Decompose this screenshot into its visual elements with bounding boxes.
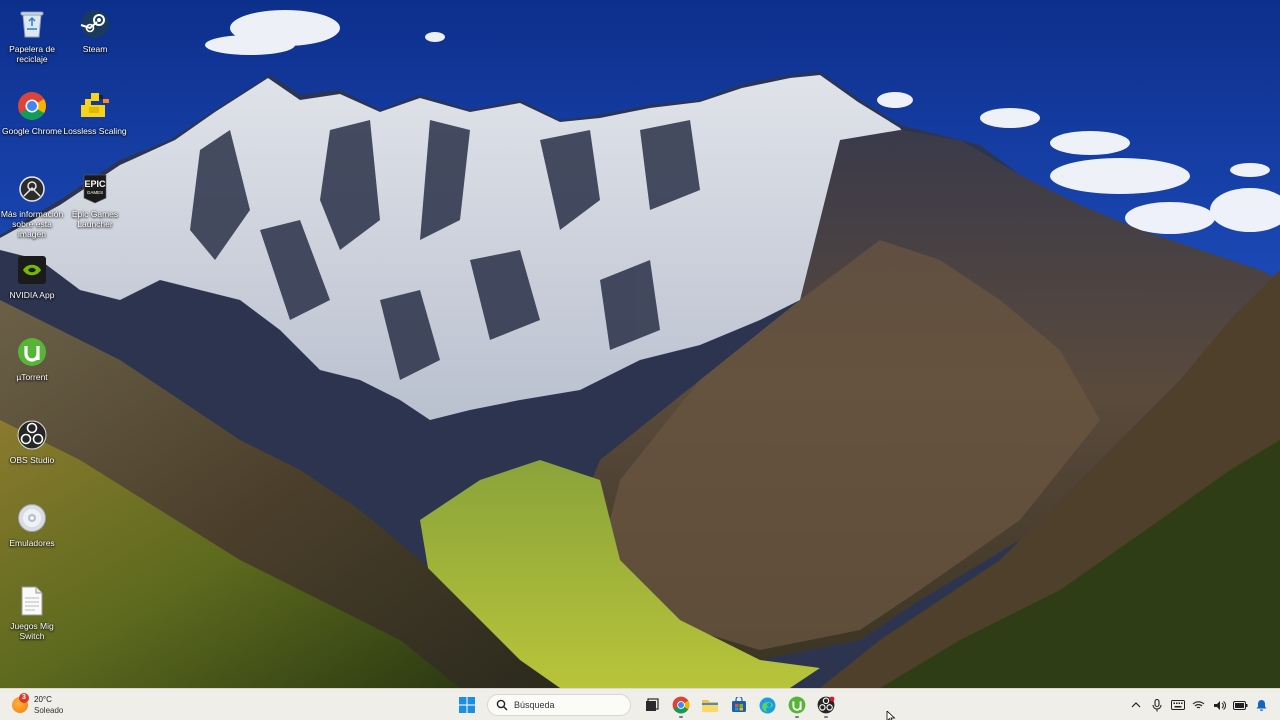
spotlight-info-icon [16, 173, 48, 205]
start-button[interactable] [454, 692, 480, 718]
desktop-icon-label: NVIDIA App [9, 290, 55, 300]
desktop-icon-label: OBS Studio [9, 455, 55, 465]
desktop-icon-spotlight-info[interactable]: Más información sobre esta imagen [0, 169, 64, 245]
battery-button[interactable] [1230, 693, 1251, 717]
desktop-icon-label: Steam [82, 44, 108, 54]
notifications-button[interactable] [1251, 693, 1272, 717]
volume-button[interactable] [1209, 693, 1230, 717]
chevron-up-icon [1131, 702, 1140, 708]
desktop-icon-recycle-bin[interactable]: Papelera de reciclaje [0, 4, 64, 80]
desktop-icon-label: Epic Games Launcher [71, 209, 119, 229]
weather-temperature: 20°C [34, 694, 52, 704]
utorrent-icon [788, 696, 805, 714]
task-view-button[interactable] [639, 692, 665, 718]
desktop-icon-obs[interactable]: OBS Studio [0, 415, 64, 491]
lossless-scaling-icon [79, 90, 111, 122]
weather-badge: 3 [19, 693, 29, 703]
input-indicator-button[interactable] [1167, 693, 1188, 717]
microphone-icon [1151, 698, 1162, 711]
desktop-icon-emuladores[interactable]: Emuladores [0, 498, 64, 574]
keyboard-icon [1170, 700, 1185, 710]
desktop-icon-chrome[interactable]: Google Chrome [0, 86, 64, 162]
search-icon [496, 699, 508, 711]
desktop-icon-label: Google Chrome [1, 126, 62, 136]
windows-start-icon [458, 697, 475, 713]
file-explorer-icon [701, 700, 718, 712]
chrome-icon [672, 696, 689, 714]
taskbar-search[interactable] [487, 694, 631, 716]
edge-icon [759, 697, 776, 713]
taskbar-center [452, 692, 840, 718]
running-indicator [678, 716, 683, 718]
desktop-wallpaper [0, 0, 1280, 688]
chrome-icon [16, 90, 48, 122]
desktop-icon-label: Emuladores [9, 538, 55, 548]
desktop-icon-juegos-mig-switch[interactable]: Juegos Mig Switch [0, 581, 64, 657]
utorrent-icon [16, 336, 48, 368]
running-indicator [823, 716, 828, 718]
show-hidden-icons-button[interactable] [1125, 693, 1146, 717]
taskbar-app-chrome[interactable] [668, 692, 694, 718]
taskbar-app-store[interactable] [726, 692, 752, 718]
desktop-icon-utorrent[interactable]: µTorrent [0, 332, 64, 408]
mouse-cursor-icon [886, 711, 896, 720]
taskbar: 3 20°C Soleado [0, 688, 1280, 720]
nvidia-icon [16, 254, 48, 286]
search-input[interactable] [514, 700, 624, 710]
disc-icon [16, 502, 48, 534]
taskbar-app-obs[interactable] [813, 692, 839, 718]
desktop-icon-label: Lossless Scaling [63, 126, 127, 136]
speaker-icon [1214, 700, 1226, 710]
obs-icon [817, 696, 834, 714]
taskbar-app-file-explorer[interactable] [697, 692, 723, 718]
battery-icon [1233, 700, 1248, 710]
steam-icon [79, 8, 111, 40]
taskbar-app-utorrent[interactable] [784, 692, 810, 718]
desktop-icon-label: Más información sobre esta imagen [0, 209, 64, 239]
task-view-icon [645, 698, 659, 711]
notification-bell-icon [1256, 700, 1267, 711]
desktop-icon-label: Papelera de reciclaje [9, 44, 55, 64]
microphone-button[interactable] [1146, 693, 1167, 717]
desktop-icon-steam[interactable]: Steam [63, 4, 127, 80]
desktop-icon-lossless-scaling[interactable]: Lossless Scaling [63, 86, 127, 162]
weather-widget[interactable]: 3 20°C Soleado [12, 693, 63, 717]
system-tray [1125, 693, 1272, 717]
desktop-icon-epic-games[interactable]: EPIC GAMES Epic Games Launcher [63, 169, 127, 245]
running-indicator [794, 716, 799, 718]
obs-icon [16, 419, 48, 451]
svg-text:GAMES: GAMES [87, 190, 103, 195]
taskbar-app-edge[interactable] [755, 692, 781, 718]
network-button[interactable] [1188, 693, 1209, 717]
sun-icon: 3 [12, 693, 29, 713]
epic-games-icon: EPIC GAMES [79, 173, 111, 205]
document-icon [16, 585, 48, 617]
microsoft-store-icon [731, 697, 746, 712]
desktop-icon-label: Juegos Mig Switch [10, 621, 54, 641]
svg-text:EPIC: EPIC [84, 179, 106, 189]
desktop-icon-label: µTorrent [16, 372, 48, 382]
weather-condition: Soleado [34, 705, 64, 715]
desktop-icon-nvidia[interactable]: NVIDIA App [0, 250, 64, 326]
wifi-icon [1192, 701, 1205, 709]
recycle-bin-icon [16, 8, 48, 40]
